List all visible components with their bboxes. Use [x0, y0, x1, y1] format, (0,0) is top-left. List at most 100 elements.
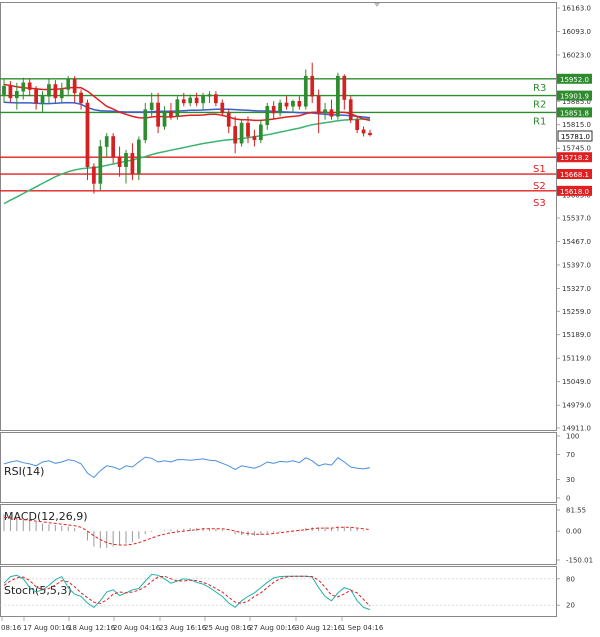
- time-tick-label: 27 Aug 00:16: [249, 624, 297, 632]
- candle-body: [342, 75, 347, 100]
- time-axis: 08:16 17 Aug 00:1618 Aug 12:1620 Aug 04:1…: [1, 617, 384, 632]
- time-tick-label: 18 Aug 12:16: [68, 624, 116, 632]
- candle-body: [207, 94, 212, 97]
- macd-tick-label: 0.00: [566, 528, 582, 536]
- level-tag-text-s2: 15668.1: [560, 171, 589, 179]
- candle-body: [265, 106, 270, 125]
- candle-body: [336, 75, 340, 117]
- rsi-title: RSI(14): [4, 465, 44, 478]
- candle-body: [130, 153, 135, 174]
- candle-body: [47, 84, 51, 97]
- candle-body: [111, 136, 116, 157]
- candle-body: [143, 109, 148, 141]
- current-price-tag-text: 15781.0: [561, 133, 590, 141]
- stoch-tick-label: 80: [566, 575, 575, 583]
- candle-body: [34, 89, 38, 104]
- candle-body: [181, 99, 186, 104]
- macd-tick-label: -150.01: [566, 557, 593, 565]
- price-tick-label: 16023.0: [562, 51, 591, 59]
- candle-body: [323, 109, 327, 114]
- time-tick-label: 23 Aug 16:16: [159, 624, 207, 632]
- level-name-r3: R3: [533, 83, 546, 94]
- candle-body: [303, 75, 308, 107]
- candle-body: [98, 146, 103, 184]
- candle-body: [169, 111, 173, 117]
- candle-body: [8, 85, 13, 99]
- level-tag-text-s1: 15718.2: [560, 154, 589, 162]
- time-tick-label: 08:16: [1, 624, 22, 632]
- candle-body: [220, 102, 225, 114]
- candle-body: [239, 122, 244, 144]
- level-tag-text-r3: 15952.0: [560, 76, 589, 84]
- candle-body: [72, 79, 77, 94]
- current-price-tag: 15781.0: [557, 130, 593, 142]
- time-tick-label: 17 Aug 00:16: [23, 624, 71, 632]
- candle-body: [284, 102, 289, 107]
- level-name-r1: R1: [533, 116, 546, 127]
- candle-body: [361, 129, 366, 134]
- candle-body: [79, 92, 83, 104]
- level-tag-text-r1: 15851.8: [560, 109, 589, 117]
- candle-body: [310, 75, 315, 97]
- price-tick-label: 16093.0: [562, 28, 591, 36]
- candle-body: [368, 132, 372, 136]
- candle-body: [201, 95, 205, 104]
- candle-body: [124, 153, 128, 167]
- price-tick-label: 15259.0: [562, 308, 591, 316]
- candle-body: [291, 101, 295, 107]
- price-tick-label: 15189.0: [562, 331, 591, 339]
- macd-tick-label: 81.55: [566, 507, 586, 515]
- candle-body: [246, 122, 250, 137]
- candle-body: [348, 99, 353, 120]
- price-tick-label: 15467.0: [562, 238, 591, 246]
- candle-body: [2, 85, 6, 95]
- rsi-tick-label: 100: [566, 433, 579, 441]
- price-tick-label: 16163.0: [562, 5, 591, 13]
- candle-body: [40, 95, 45, 104]
- stoch-panel-frame: [0, 566, 557, 617]
- candle-body: [175, 99, 180, 117]
- candle-body: [92, 166, 96, 184]
- rsi-tick-label: 70: [566, 451, 575, 459]
- price-tick-label: 14911.0: [562, 425, 591, 433]
- main-panel-frame: [0, 2, 557, 431]
- candle-body: [188, 97, 193, 104]
- rsi-tick-label: 30: [566, 476, 575, 484]
- candle-body: [233, 126, 238, 144]
- candle-body: [104, 136, 109, 147]
- candle-body: [258, 124, 263, 141]
- price-tick-label: 15815.0: [562, 121, 591, 129]
- candle-body: [214, 94, 218, 104]
- candle-body: [53, 84, 58, 99]
- price-tick-label: 15537.0: [562, 215, 591, 223]
- level-name-r2: R2: [533, 100, 546, 111]
- candle-body: [329, 109, 334, 117]
- candle-body: [21, 82, 26, 92]
- candle-body: [149, 102, 154, 110]
- level-tag-text-r2: 15901.9: [560, 93, 589, 101]
- candle-body: [59, 89, 64, 99]
- level-tag-text-s3: 15618.0: [560, 188, 589, 196]
- candle-body: [278, 102, 282, 114]
- time-tick-label: 30 Aug 12:16: [295, 624, 343, 632]
- chart-svg: 16163.016093.016023.015953.015885.015815…: [0, 2, 593, 632]
- candle-body: [271, 106, 276, 114]
- stoch-tick-label: 20: [566, 602, 575, 610]
- stoch-title: Stoch(5,5,3): [4, 584, 72, 597]
- candle-body: [297, 101, 302, 107]
- price-tick-label: 15049.0: [562, 378, 591, 386]
- price-axis: 16163.016093.016023.015953.015885.015815…: [556, 5, 591, 433]
- price-tick-label: 14979.0: [562, 402, 591, 410]
- candle-body: [194, 97, 199, 104]
- candle-body: [316, 95, 321, 114]
- time-tick-label: 1 Sep 04:16: [341, 624, 384, 632]
- candle-body: [117, 156, 122, 167]
- candle-body: [162, 111, 167, 127]
- price-tick-label: 15397.0: [562, 261, 591, 269]
- candle-body: [355, 119, 360, 131]
- candle-body: [66, 79, 71, 90]
- candle-body: [252, 136, 257, 141]
- price-tick-label: 15119.0: [562, 355, 591, 363]
- price-tick-label: 15745.0: [562, 145, 591, 153]
- level-name-s3: S3: [533, 198, 546, 209]
